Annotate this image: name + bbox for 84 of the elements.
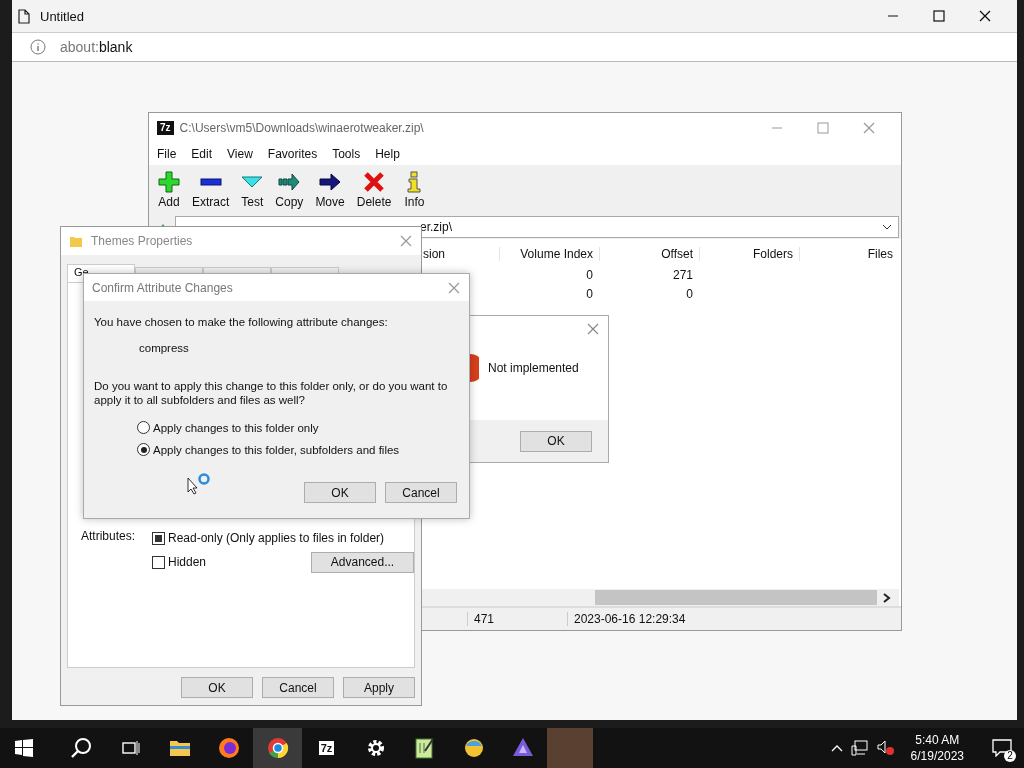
plus-icon bbox=[158, 171, 180, 193]
table-cell: 0 bbox=[586, 286, 593, 301]
column-header[interactable]: Folders bbox=[753, 247, 793, 261]
search-icon[interactable] bbox=[70, 737, 92, 759]
menu-item[interactable]: Edit bbox=[191, 147, 213, 161]
taskbar-app[interactable]: 7z bbox=[302, 728, 351, 768]
checkbox-label[interactable]: Read-only (Only applies to files in folder) bbox=[167, 531, 385, 545]
dialog-button[interactable]: Apply bbox=[343, 677, 415, 698]
notification-count: 2 bbox=[1004, 750, 1016, 762]
settings-icon bbox=[365, 738, 386, 758]
status-text: 2023-06-16 12:29:34 bbox=[567, 612, 767, 626]
toolbar-button[interactable]: Extract bbox=[187, 169, 235, 211]
change-text: compress bbox=[138, 341, 190, 355]
dialog-button[interactable]: Cancel bbox=[385, 482, 457, 503]
page-icon bbox=[18, 8, 30, 24]
chevron-up-icon[interactable] bbox=[830, 744, 843, 752]
column-header[interactable]: Volume Index bbox=[520, 247, 593, 261]
app-logo: 7z bbox=[157, 121, 174, 135]
advanced-button[interactable]: Advanced... bbox=[311, 551, 414, 573]
dialog-title: Confirm Attribute Changes bbox=[92, 280, 233, 295]
status-text: 471 bbox=[467, 612, 567, 626]
table-cell: 271 bbox=[672, 267, 693, 282]
browser-icon bbox=[217, 737, 240, 759]
close-icon[interactable] bbox=[979, 10, 991, 22]
app-logo: 7z bbox=[318, 741, 335, 755]
radio-button[interactable] bbox=[137, 421, 150, 434]
notification-button[interactable]: 2 bbox=[980, 728, 1024, 768]
start-icon[interactable] bbox=[15, 739, 33, 757]
checkbox[interactable] bbox=[151, 555, 165, 569]
table-cell: 0 bbox=[686, 286, 693, 301]
scroll-right-icon[interactable] bbox=[883, 592, 891, 603]
busy-cursor-icon bbox=[187, 473, 213, 495]
orb-icon bbox=[462, 737, 485, 759]
maximize-icon[interactable] bbox=[933, 10, 945, 22]
scrollbar-thumb[interactable] bbox=[595, 590, 877, 605]
menu-item[interactable]: File bbox=[157, 147, 177, 161]
dialog-button[interactable]: OK bbox=[304, 482, 376, 503]
folder-icon bbox=[168, 739, 191, 757]
folder-icon bbox=[69, 234, 83, 248]
muted-volume-icon[interactable] bbox=[876, 740, 895, 756]
arrow-icon bbox=[278, 171, 301, 193]
network-icon[interactable] bbox=[850, 740, 869, 756]
intro-text: You have chosen to make the following attribute changes: bbox=[94, 315, 389, 329]
toolbar-button[interactable]: Move bbox=[310, 169, 350, 211]
radio-button[interactable] bbox=[137, 443, 150, 456]
menu-item[interactable]: Favorites bbox=[267, 147, 318, 161]
checkbox-label[interactable]: Hidden bbox=[167, 555, 206, 569]
dropdown-icon[interactable] bbox=[882, 224, 892, 230]
column-header[interactable]: Offset bbox=[661, 247, 693, 261]
question-text: Do you want to apply this change to this folder only, or do you want to apply it to all subfolders and files as well? bbox=[94, 379, 449, 407]
notepad-icon bbox=[414, 737, 435, 759]
menu-item[interactable]: View bbox=[227, 147, 253, 161]
radio-label[interactable]: Apply changes to this folder, subfolders and files bbox=[153, 443, 400, 456]
error-message: Not implemented bbox=[488, 361, 579, 375]
address-text[interactable]: about:blank bbox=[60, 39, 133, 55]
dialog-button[interactable]: Cancel bbox=[262, 677, 334, 698]
toolbar-button[interactable]: Delete bbox=[351, 169, 397, 211]
arrow-icon bbox=[319, 171, 342, 193]
toolbar-button[interactable]: Copy bbox=[270, 169, 309, 211]
dialog-button[interactable]: OK bbox=[181, 677, 253, 698]
toolbar-button[interactable]: Info bbox=[398, 169, 431, 211]
error-icon bbox=[470, 354, 479, 382]
task-view-icon[interactable] bbox=[122, 740, 140, 756]
delete-icon bbox=[363, 171, 386, 193]
toolbar-button[interactable]: Test bbox=[236, 169, 269, 211]
tab-title: Untitled bbox=[40, 8, 85, 24]
clock-date[interactable]: 6/19/2023 bbox=[910, 748, 964, 764]
toolbar-button[interactable]: Add bbox=[153, 169, 185, 211]
menu-item[interactable]: Help bbox=[375, 147, 400, 161]
radio-label[interactable]: Apply changes to this folder only bbox=[153, 421, 319, 434]
triangle-icon bbox=[511, 737, 534, 759]
ok-button[interactable]: OK bbox=[520, 430, 592, 452]
checkbox[interactable] bbox=[151, 531, 165, 545]
table-cell: 0 bbox=[586, 267, 593, 282]
info-icon[interactable] bbox=[30, 39, 46, 55]
browser-icon bbox=[266, 737, 289, 759]
attributes-label: Attributes: bbox=[81, 529, 137, 545]
menu-item[interactable]: Tools bbox=[332, 147, 361, 161]
window-title: C:\Users\vm5\Downloads\winaerotweaker.zip\ bbox=[179, 121, 424, 135]
notification-icon bbox=[992, 739, 1012, 757]
clock-time[interactable]: 5:40 AM bbox=[915, 732, 960, 748]
column-header[interactable]: Files bbox=[867, 247, 893, 261]
column-header[interactable]: sion bbox=[423, 247, 445, 261]
taskbar-app[interactable] bbox=[253, 728, 302, 768]
